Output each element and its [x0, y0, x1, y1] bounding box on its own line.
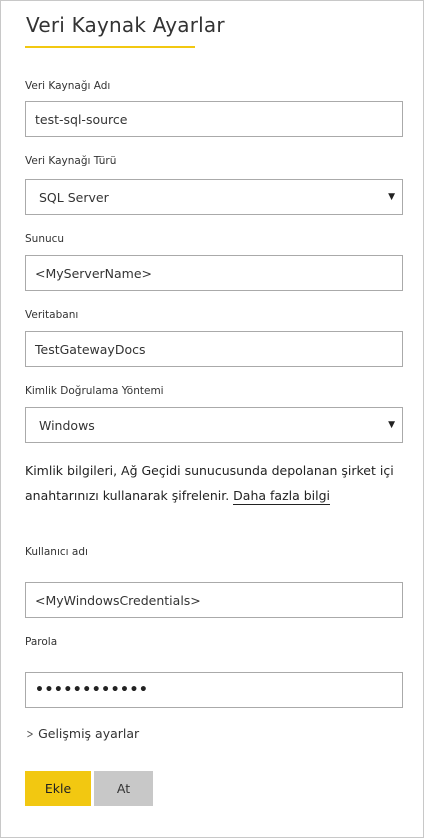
- datasource-type-label: Veri Kaynağı Türü: [25, 155, 117, 167]
- chevron-right-icon: >: [26, 726, 34, 741]
- datasource-type-value: SQL Server: [39, 189, 109, 205]
- auth-method-value: Windows: [39, 417, 95, 433]
- datasource-name-label: Veri Kaynağı Adı: [25, 80, 111, 92]
- advanced-settings-toggle[interactable]: > Gelişmiş ayarlar: [25, 726, 140, 741]
- server-value: <MyServerName>: [35, 265, 152, 281]
- password-label: Parola: [25, 636, 58, 648]
- username-label: Kullanıcı adı: [25, 546, 88, 558]
- server-label: Sunucu: [25, 233, 65, 245]
- database-label: Veritabanı: [25, 309, 79, 321]
- datasource-type-select[interactable]: SQL Server ▼: [25, 179, 403, 215]
- dropdown-arrow-icon: ▼: [388, 192, 395, 202]
- credentials-info: Kimlik bilgileri, Ağ Geçidi sunucusunda …: [25, 459, 405, 508]
- data-source-settings-panel: Veri Kaynak Ayarlar Veri Kaynağı Adı tes…: [0, 0, 424, 838]
- add-button[interactable]: Ekle: [25, 771, 91, 806]
- auth-method-select[interactable]: Windows ▼: [25, 407, 403, 443]
- discard-button[interactable]: At: [94, 771, 153, 806]
- advanced-settings-label: Gelişmiş ayarlar: [38, 726, 140, 741]
- credentials-info-text: Kimlik bilgileri, Ağ Geçidi sunucusunda …: [25, 463, 394, 503]
- dropdown-arrow-icon: ▼: [388, 420, 395, 430]
- datasource-name-input[interactable]: test-sql-source: [25, 101, 403, 137]
- database-input[interactable]: TestGatewayDocs: [25, 331, 403, 367]
- page-title: Veri Kaynak Ayarlar: [26, 13, 225, 37]
- server-input[interactable]: <MyServerName>: [25, 255, 403, 291]
- password-input[interactable]: ••••••••••••: [25, 672, 403, 708]
- auth-method-label: Kimlik Doğrulama Yöntemi: [25, 385, 164, 397]
- datasource-name-value: test-sql-source: [35, 111, 128, 127]
- learn-more-link[interactable]: Daha fazla bilgi: [233, 487, 331, 505]
- database-value: TestGatewayDocs: [35, 341, 146, 357]
- title-underline: [25, 46, 195, 48]
- username-value: <MyWindowsCredentials>: [35, 592, 201, 608]
- password-value: ••••••••••••: [35, 682, 149, 698]
- username-input[interactable]: <MyWindowsCredentials>: [25, 582, 403, 618]
